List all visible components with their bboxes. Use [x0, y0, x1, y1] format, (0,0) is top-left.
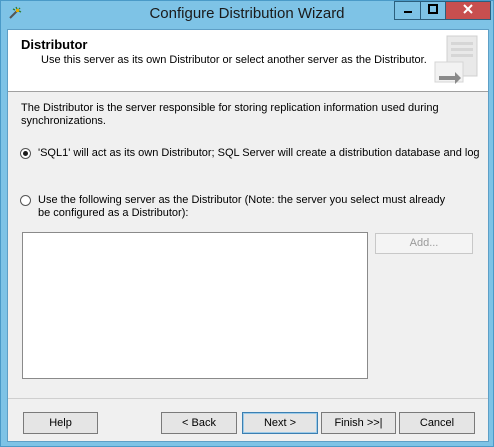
wizard-window: Configure Distribution Wizard Distributo… — [0, 0, 494, 447]
wizard-client-area: Distributor Use this server as its own D… — [7, 29, 489, 442]
wizard-header: Distributor Use this server as its own D… — [8, 30, 488, 92]
maximize-button[interactable] — [420, 1, 446, 20]
help-button[interactable]: Help — [23, 412, 98, 434]
page-subtitle: Use this server as its own Distributor o… — [41, 54, 427, 66]
radio-other-distributor[interactable] — [20, 195, 31, 206]
option-other-distributor-label: Use the following server as the Distribu… — [38, 194, 446, 219]
close-icon — [462, 3, 474, 18]
distributor-server-list[interactable] — [22, 232, 368, 379]
minimize-icon — [403, 4, 413, 17]
finish-button[interactable]: Finish >>| — [321, 412, 396, 434]
close-button[interactable] — [446, 1, 491, 20]
description-text: The Distributor is the server responsibl… — [21, 102, 439, 127]
footer-separator — [8, 398, 488, 399]
option-own-distributor-label: 'SQL1' will act as its own Distributor; … — [38, 147, 480, 159]
back-button[interactable]: < Back — [161, 412, 237, 434]
minimize-button[interactable] — [394, 1, 420, 20]
cancel-button[interactable]: Cancel — [399, 412, 475, 434]
option-other-distributor[interactable]: Use the following server as the Distribu… — [20, 194, 460, 220]
maximize-icon — [428, 4, 438, 17]
page-title: Distributor — [21, 37, 88, 52]
radio-own-distributor[interactable] — [20, 148, 31, 159]
add-server-button[interactable]: Add... — [375, 233, 473, 254]
option-own-distributor[interactable]: 'SQL1' will act as its own Distributor; … — [20, 147, 480, 160]
title-bar[interactable]: Configure Distribution Wizard — [1, 1, 493, 27]
server-graphic-icon — [433, 32, 483, 88]
next-button[interactable]: Next > — [242, 412, 318, 434]
